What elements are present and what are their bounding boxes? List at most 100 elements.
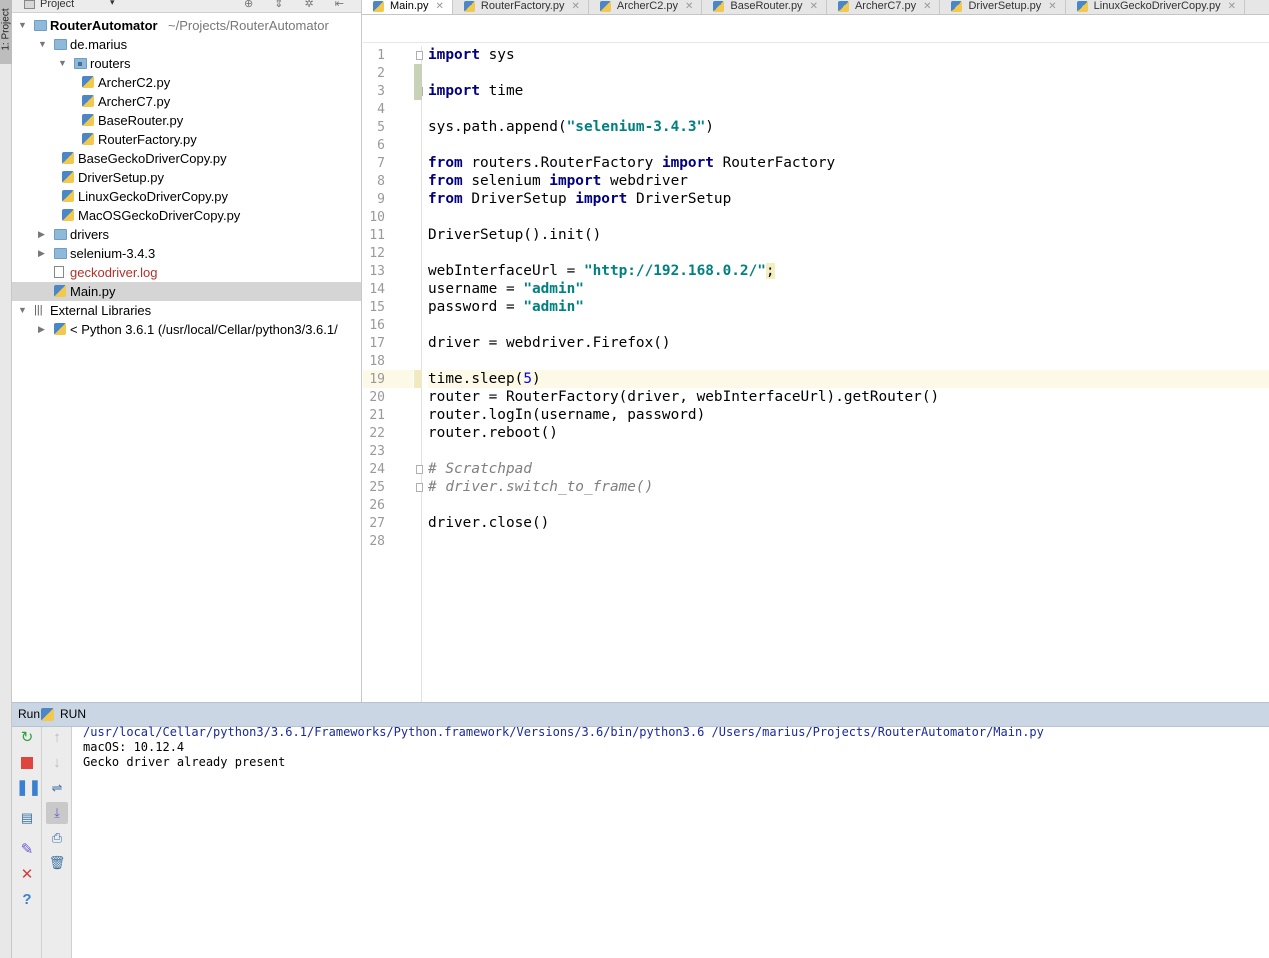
line-number: 24 — [369, 462, 385, 477]
chevron-down-icon[interactable]: ▼ — [18, 16, 28, 35]
scroll-to-end-icon[interactable]: ⤓ — [46, 802, 68, 824]
editor-tab-bar: Main.py ✕ RouterFactory.py ✕ ArcherC2.py ✕ Bas… — [362, 0, 1269, 15]
stop-icon[interactable] — [16, 752, 38, 774]
code-line[interactable]: import sys — [428, 46, 1269, 64]
code-line[interactable]: driver.close() — [428, 514, 1269, 532]
soft-wrap-icon[interactable]: ⇌ — [46, 777, 68, 799]
line-number: 21 — [369, 408, 385, 423]
run-toolbar-primary: ↻ ❚❚ ▤ ✎ ✕ ? — [12, 727, 42, 958]
tree-item-label: RouterFactory.py — [98, 132, 197, 147]
restore-layout-icon[interactable]: ▤ — [16, 807, 38, 829]
close-icon[interactable]: ✕ — [571, 1, 579, 12]
code-line[interactable]: webInterfaceUrl = "http://192.168.0.2/"; — [428, 262, 1269, 280]
code-line[interactable]: from selenium import webdriver — [428, 172, 1269, 190]
chevron-down-icon[interactable]: ▾ — [110, 0, 115, 8]
code-line[interactable] — [428, 244, 1269, 262]
close-icon[interactable]: ✕ — [685, 1, 693, 12]
python-file-icon — [599, 1, 611, 12]
code-editor[interactable]: 1 2 3 4 5 6 7 8 9 10 11 12 13 14 15 16 17 18 19 20 21 22 23 24 2… — [363, 16, 1269, 702]
fold-marker-icon[interactable] — [416, 465, 423, 474]
pause-icon[interactable]: ❚❚ — [16, 777, 41, 799]
code-line[interactable] — [428, 496, 1269, 514]
code-line[interactable]: router.logIn(username, password) — [428, 406, 1269, 424]
fold-marker-icon[interactable] — [416, 51, 423, 60]
close-icon[interactable]: ✕ — [810, 1, 818, 12]
code-line[interactable] — [428, 100, 1269, 118]
close-icon[interactable]: ✕ — [436, 1, 444, 12]
arrow-up-icon[interactable]: ↑ — [46, 727, 68, 749]
tab-main[interactable]: Main.py ✕ — [362, 0, 453, 14]
project-tree: ▼ RouterAutomator ~/Projects/RouterAutomat… — [12, 16, 361, 339]
code-line[interactable] — [428, 442, 1269, 460]
chevron-down-icon[interactable]: ▼ — [18, 301, 28, 320]
chevron-right-icon[interactable]: ▶ — [38, 320, 48, 339]
tree-item[interactable]: DriverSetup.py — [12, 168, 361, 187]
chevron-down-icon[interactable]: ▼ — [38, 35, 48, 54]
tree-item[interactable]: ▶ < Python 3.6.1 (/usr/local/Cellar/pytho… — [12, 320, 361, 339]
code-line[interactable] — [428, 136, 1269, 154]
code-line[interactable]: # Scratchpad — [428, 460, 1269, 478]
trash-icon[interactable]: 🗑 — [46, 852, 68, 874]
code-line[interactable]: driver = webdriver.Firefox() — [428, 334, 1269, 352]
tree-item[interactable]: BaseGeckoDriverCopy.py — [12, 149, 361, 168]
tab-baserouter[interactable]: BaseRouter.py ✕ — [702, 0, 827, 14]
tree-item[interactable]: LinuxGeckoDriverCopy.py — [12, 187, 361, 206]
close-icon[interactable]: ✕ — [16, 864, 38, 886]
arrow-down-icon[interactable]: ↓ — [46, 752, 68, 774]
code-line[interactable]: password = "admin" — [428, 298, 1269, 316]
tree-item[interactable]: ArcherC2.py — [12, 73, 361, 92]
code-line[interactable]: DriverSetup().init() — [428, 226, 1269, 244]
project-panel-tools[interactable]: ⊕ ⇕ ✲ ⇤ — [244, 0, 353, 10]
code-line[interactable]: router.reboot() — [428, 424, 1269, 442]
code-line[interactable]: username = "admin" — [428, 280, 1269, 298]
tree-item[interactable]: BaseRouter.py — [12, 111, 361, 130]
tree-item[interactable]: Main.py — [12, 282, 361, 301]
tree-item[interactable]: ArcherC7.py — [12, 92, 361, 111]
tab-archerc7[interactable]: ArcherC7.py ✕ — [827, 0, 941, 14]
code-line[interactable]: time.sleep(5) — [428, 370, 1269, 388]
close-icon[interactable]: ✕ — [1228, 1, 1236, 12]
code-line[interactable] — [428, 64, 1269, 82]
close-icon[interactable]: ✕ — [1048, 1, 1056, 12]
line-number: 27 — [369, 516, 385, 531]
chevron-down-icon[interactable]: ▼ — [58, 54, 68, 73]
rerun-icon[interactable]: ↻ — [16, 727, 38, 749]
tree-item-label: BaseRouter.py — [98, 113, 184, 128]
code-token: driver.close() — [428, 515, 550, 531]
code-line[interactable] — [428, 532, 1269, 550]
chevron-right-icon[interactable]: ▶ — [38, 244, 48, 263]
tab-linuxgeckodrivercopy[interactable]: LinuxGeckoDriverCopy.py ✕ — [1066, 0, 1245, 14]
project-tool-tab[interactable]: 1: Project — [0, 0, 12, 64]
tree-item[interactable]: RouterFactory.py — [12, 130, 361, 149]
tab-routerfactory[interactable]: RouterFactory.py ✕ — [453, 0, 589, 14]
run-console[interactable]: /usr/local/Cellar/python3/3.6.1/Framewor… — [72, 725, 1269, 958]
tree-item[interactable]: ▼ routers — [12, 54, 361, 73]
python-file-icon — [82, 114, 94, 126]
code-line[interactable]: from routers.RouterFactory import Router… — [428, 154, 1269, 172]
close-icon[interactable]: ✕ — [923, 1, 931, 12]
code-line[interactable]: import time — [428, 82, 1269, 100]
help-icon[interactable]: ? — [16, 889, 38, 911]
code-line[interactable]: # driver.switch_to_frame() — [428, 478, 1269, 496]
tree-item[interactable]: geckodriver.log — [12, 263, 361, 282]
tab-archerc2[interactable]: ArcherC2.py ✕ — [589, 0, 703, 14]
tree-item[interactable]: ▼ de.marius — [12, 35, 361, 54]
fold-marker-icon[interactable] — [416, 483, 423, 492]
code-line[interactable] — [428, 352, 1269, 370]
code-line[interactable] — [428, 208, 1269, 226]
run-config-name[interactable]: RUN — [60, 703, 86, 726]
pin-icon[interactable]: ✎ — [16, 839, 38, 861]
code-line[interactable]: router = RouterFactory(driver, webInterf… — [428, 388, 1269, 406]
tree-item[interactable]: ▶ selenium-3.4.3 — [12, 244, 361, 263]
print-icon[interactable]: ⎙ — [46, 827, 68, 849]
tree-item[interactable]: ▼ RouterAutomator ~/Projects/RouterAutomat… — [12, 16, 361, 35]
code-line[interactable]: from DriverSetup import DriverSetup — [428, 190, 1269, 208]
tree-item[interactable]: ▼ ||| External Libraries — [12, 301, 361, 320]
code-line[interactable] — [428, 316, 1269, 334]
tab-driversetup[interactable]: DriverSetup.py ✕ — [940, 0, 1066, 14]
project-view-selector[interactable]: Project — [40, 0, 74, 10]
chevron-right-icon[interactable]: ▶ — [38, 225, 48, 244]
tree-item[interactable]: MacOSGeckoDriverCopy.py — [12, 206, 361, 225]
tree-item[interactable]: ▶ drivers — [12, 225, 361, 244]
code-line[interactable]: sys.path.append("selenium-3.4.3") — [428, 118, 1269, 136]
